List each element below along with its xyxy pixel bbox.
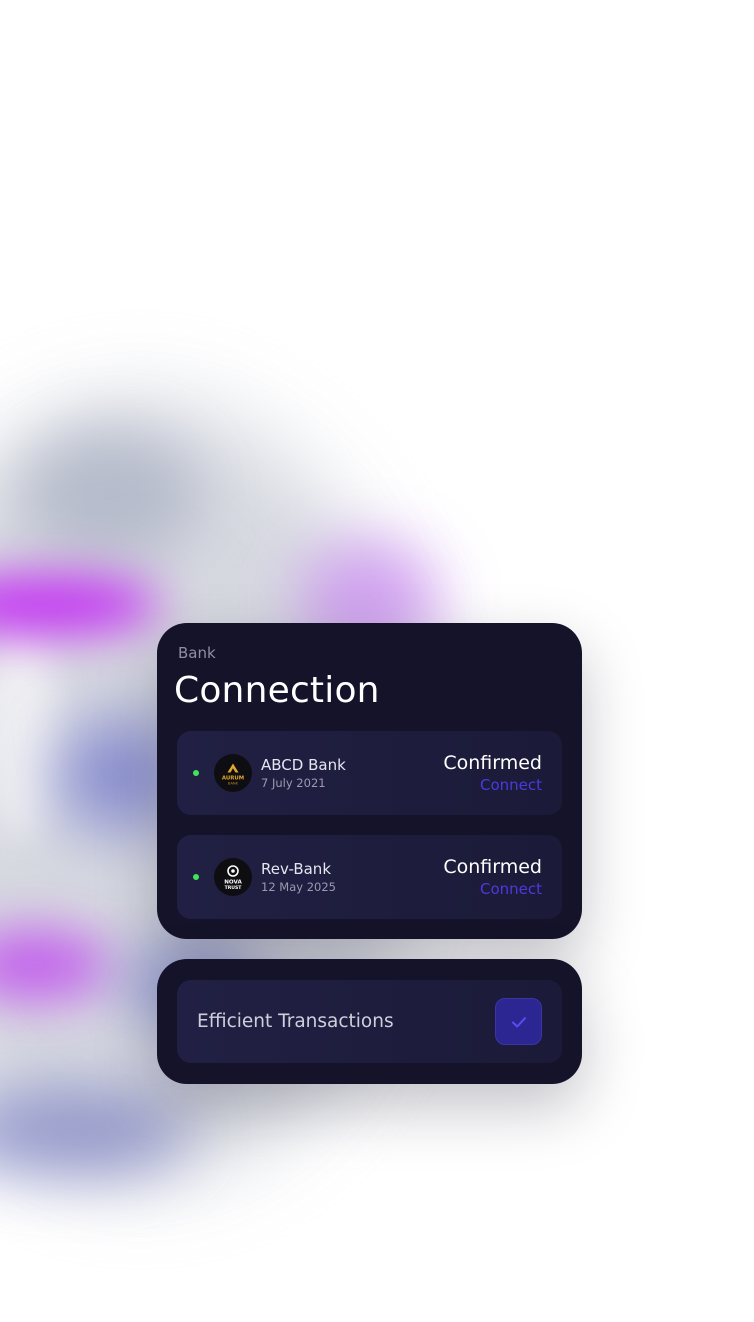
connect-link[interactable]: Connect [480, 880, 542, 898]
status-dot [193, 874, 199, 880]
efficient-transactions-label: Efficient Transactions [197, 1011, 394, 1032]
bank-name: ABCD Bank [261, 756, 346, 774]
bank-row-abcd[interactable]: AURUM BANK ABCD Bank 7 July 2021 Confirm… [177, 731, 562, 815]
efficient-transactions-card: Efficient Transactions [157, 959, 582, 1084]
status-dot [193, 770, 199, 776]
connect-link[interactable]: Connect [480, 776, 542, 794]
svg-text:BANK: BANK [228, 782, 239, 786]
bank-name: Rev-Bank [261, 860, 332, 878]
bank-connection-card: Bank Connection AURUM BANK ABCD Bank 7 J… [157, 623, 582, 939]
card-title: Connection [174, 670, 380, 711]
svg-text:TRUST: TRUST [225, 885, 243, 891]
status-label: Confirmed [443, 856, 542, 878]
efficient-transactions-row[interactable]: Efficient Transactions [177, 980, 562, 1063]
bank-date: 12 May 2025 [261, 880, 336, 894]
aurum-bank-logo: AURUM BANK [214, 754, 252, 792]
card-subtitle: Bank [178, 644, 216, 662]
svg-text:NOVA: NOVA [224, 880, 242, 886]
status-label: Confirmed [443, 752, 542, 774]
checkmark-icon [509, 1012, 529, 1032]
bank-row-rev[interactable]: NOVA TRUST Rev-Bank 12 May 2025 Confirme… [177, 835, 562, 919]
bank-date: 7 July 2021 [261, 776, 326, 790]
nova-trust-logo: NOVA TRUST [214, 858, 252, 896]
efficient-transactions-checkbox[interactable] [495, 998, 542, 1045]
